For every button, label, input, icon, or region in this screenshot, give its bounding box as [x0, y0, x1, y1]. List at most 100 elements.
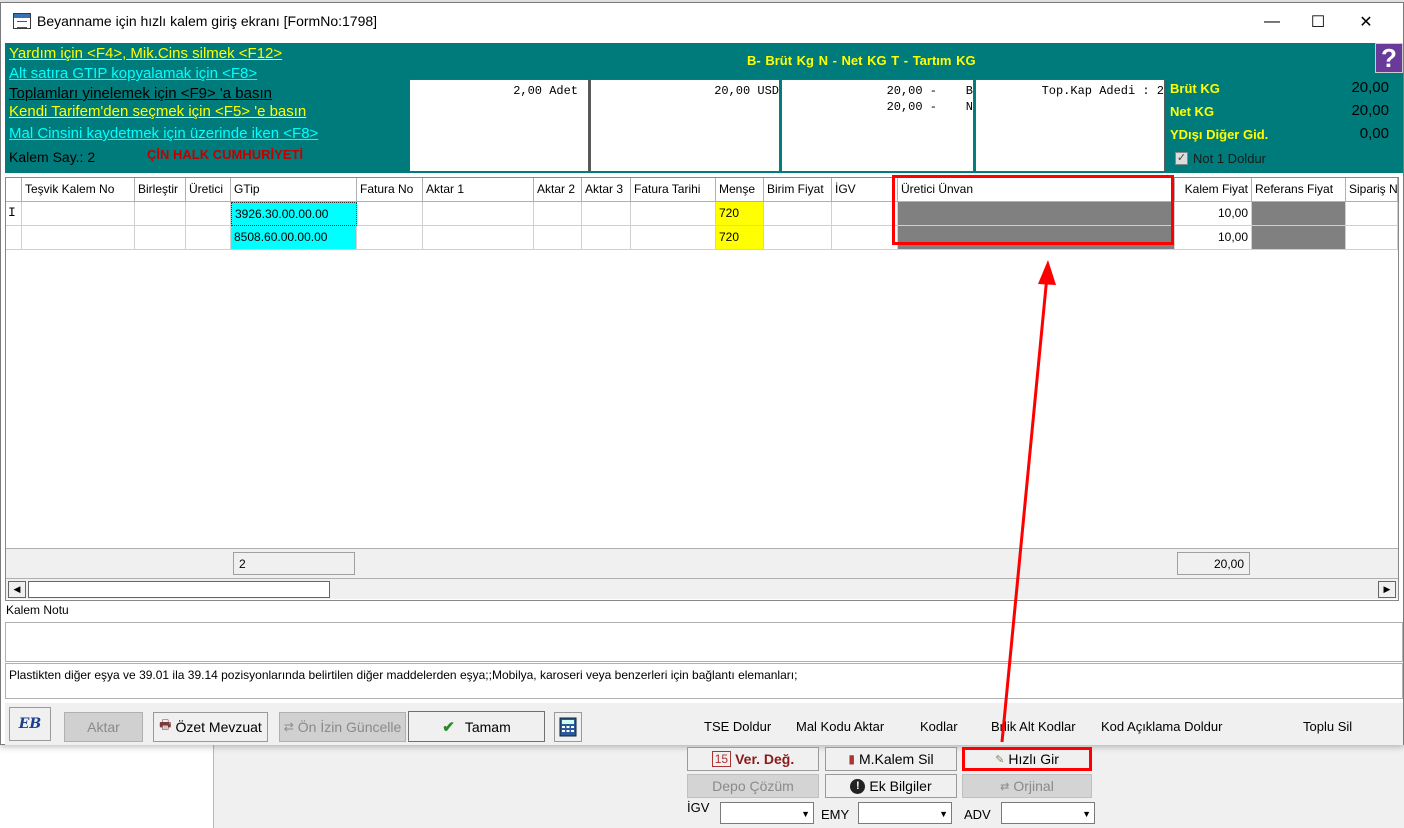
table-cell[interactable] — [764, 202, 832, 226]
header-panel: Yardım için <F4>, Mik.Cins silmek <F12> … — [5, 43, 1403, 173]
column-header[interactable]: Sipariş No — [1346, 178, 1398, 202]
help-hint-f9[interactable]: Toplamları yinelemek için <F9> 'a basın — [9, 85, 272, 102]
scroll-left-icon[interactable]: ◀ — [8, 581, 26, 598]
minimize-button[interactable]: — — [1249, 3, 1295, 41]
quick-item-entry-window: Beyanname için hızlı kalem giriş ekranı … — [0, 2, 1404, 745]
table-cell[interactable] — [357, 202, 423, 226]
help-hint-f5[interactable]: Kendi Tarifem'den seçmek için <F5> 'e ba… — [9, 103, 306, 120]
goods-description-text: Plastikten diğer eşya ve 39.01 ila 39.14… — [9, 668, 798, 682]
items-grid: Teşvik Kalem No Birleştir Üretici GTip F… — [5, 177, 1399, 601]
info-alert-icon: ! — [850, 778, 866, 794]
on-izin-guncelle-label: Ön İzin Güncelle — [297, 719, 402, 735]
hizli-gir-button[interactable]: ✎ Hızlı Gir — [962, 747, 1092, 771]
column-header[interactable]: Aktar 1 — [423, 178, 534, 202]
emy-select[interactable]: ▼ — [858, 802, 952, 824]
maximize-button[interactable]: ☐ — [1295, 3, 1341, 41]
table-cell[interactable] — [357, 226, 423, 250]
tamam-button[interactable]: ✔ Tamam — [408, 711, 545, 742]
hizli-gir-label: Hızlı Gir — [1008, 751, 1059, 767]
m-kalem-sil-button[interactable]: ▮ M.Kalem Sil — [825, 747, 957, 771]
help-icon[interactable]: ? — [1375, 43, 1403, 73]
window-icon — [13, 13, 31, 29]
gtip-cell[interactable]: 3926.30.00.00.00 — [231, 202, 357, 226]
reference-price-cell[interactable] — [1252, 202, 1346, 226]
table-cell[interactable] — [135, 202, 186, 226]
net-kg-label: Net KG — [1170, 104, 1215, 119]
column-header[interactable]: Fatura Tarihi — [631, 178, 716, 202]
eb-logo-button[interactable]: EB — [9, 707, 51, 741]
column-header[interactable]: İGV — [832, 178, 898, 202]
toplu-sil-link[interactable]: Toplu Sil — [1303, 719, 1352, 734]
table-cell[interactable] — [186, 202, 231, 226]
horizontal-scrollbar[interactable]: ◀ ▶ — [6, 578, 1398, 599]
table-cell[interactable] — [135, 226, 186, 250]
tse-doldur-link[interactable]: TSE Doldur — [704, 719, 771, 734]
ver-deg-button[interactable]: 15 Ver. Değ. — [687, 747, 819, 771]
item-price-cell[interactable]: 10,00 — [1175, 226, 1252, 250]
table-cell[interactable] — [423, 226, 534, 250]
table-cell[interactable] — [832, 226, 898, 250]
checkbox-checked-icon[interactable]: ✓ — [1175, 152, 1188, 165]
depo-cozum-button[interactable]: Depo Çözüm — [687, 774, 819, 798]
reference-price-cell[interactable] — [1252, 226, 1346, 250]
row-indicator[interactable]: I — [6, 202, 22, 226]
table-cell[interactable] — [1346, 202, 1398, 226]
aktar-button[interactable]: Aktar — [64, 712, 143, 742]
column-header[interactable]: Referans Fiyat — [1252, 178, 1346, 202]
table-cell[interactable] — [631, 202, 716, 226]
help-hint-f4[interactable]: Yardım için <F4>, Mik.Cins silmek <F12> — [9, 45, 282, 62]
orjinal-button[interactable]: ⇄ Orjinal — [962, 774, 1092, 798]
origin-cell[interactable]: 720 — [716, 226, 764, 250]
column-header[interactable]: Menşe — [716, 178, 764, 202]
original-icon: ⇄ — [1000, 780, 1010, 793]
on-izin-guncelle-button[interactable]: ⇄ Ön İzin Güncelle — [279, 712, 406, 742]
column-header[interactable]: Fatura No — [357, 178, 423, 202]
table-cell[interactable] — [534, 226, 582, 250]
table-cell[interactable] — [534, 202, 582, 226]
table-cell[interactable] — [186, 226, 231, 250]
igv-select[interactable]: ▼ — [720, 802, 814, 824]
orjinal-label: Orjinal — [1013, 778, 1054, 794]
kod-aciklama-doldur-link[interactable]: Kod Açıklama Doldur — [1101, 719, 1222, 734]
table-cell[interactable] — [22, 202, 135, 226]
table-cell[interactable] — [832, 202, 898, 226]
scroll-thumb[interactable] — [28, 581, 330, 598]
table-cell[interactable] — [1346, 226, 1398, 250]
origin-cell[interactable]: 720 — [716, 202, 764, 226]
table-cell[interactable] — [22, 226, 135, 250]
footer-item-count: 2 — [233, 552, 355, 575]
table-cell[interactable] — [631, 226, 716, 250]
table-cell[interactable] — [582, 202, 631, 226]
row-indicator[interactable] — [6, 226, 22, 250]
mal-kodu-aktar-link[interactable]: Mal Kodu Aktar — [796, 719, 884, 734]
item-note-field[interactable] — [5, 622, 1403, 662]
goods-description-field[interactable]: Plastikten diğer eşya ve 39.01 ila 39.14… — [5, 663, 1403, 699]
adv-select[interactable]: ▼ — [1001, 802, 1095, 824]
column-header[interactable]: Aktar 2 — [534, 178, 582, 202]
table-cell[interactable] — [582, 226, 631, 250]
ek-bilgiler-button[interactable]: ! Ek Bilgiler — [825, 774, 957, 798]
column-header[interactable]: Teşvik Kalem No — [22, 178, 135, 202]
m-kalem-sil-label: M.Kalem Sil — [858, 751, 934, 767]
not1-checkbox[interactable]: ✓ Not 1 Doldur — [1175, 151, 1266, 166]
table-cell[interactable] — [764, 226, 832, 250]
close-button[interactable]: ✕ — [1343, 3, 1389, 41]
package-count: Top.Kap Adedi : 2 — [1041, 84, 1164, 98]
ozet-mevzuat-button[interactable]: 🖶 Özet Mevzuat — [153, 712, 268, 742]
column-header[interactable]: Aktar 3 — [582, 178, 631, 202]
brut-kg-label: Brüt KG — [1170, 81, 1220, 96]
gtip-cell[interactable]: 8508.60.00.00.00 — [231, 226, 357, 250]
column-header[interactable]: GTip — [231, 178, 357, 202]
column-header[interactable]: Üretici — [186, 178, 231, 202]
scroll-right-icon[interactable]: ▶ — [1378, 581, 1396, 598]
column-header[interactable]: Kalem Fiyat — [1175, 178, 1252, 202]
help-hint-copy-gtip[interactable]: Alt satıra GTIP kopyalamak için <F8> — [9, 65, 257, 82]
column-header[interactable]: Birleştir — [135, 178, 186, 202]
help-hint-save-cinsi[interactable]: Mal Cinsini kaydetmek için üzerinde iken… — [9, 125, 318, 142]
calculator-icon[interactable] — [554, 712, 582, 742]
column-header[interactable]: Birim Fiyat — [764, 178, 832, 202]
title-bar[interactable]: Beyanname için hızlı kalem giriş ekranı … — [1, 3, 1403, 41]
kodlar-link[interactable]: Kodlar — [920, 719, 958, 734]
table-cell[interactable] — [423, 202, 534, 226]
item-price-cell[interactable]: 10,00 — [1175, 202, 1252, 226]
